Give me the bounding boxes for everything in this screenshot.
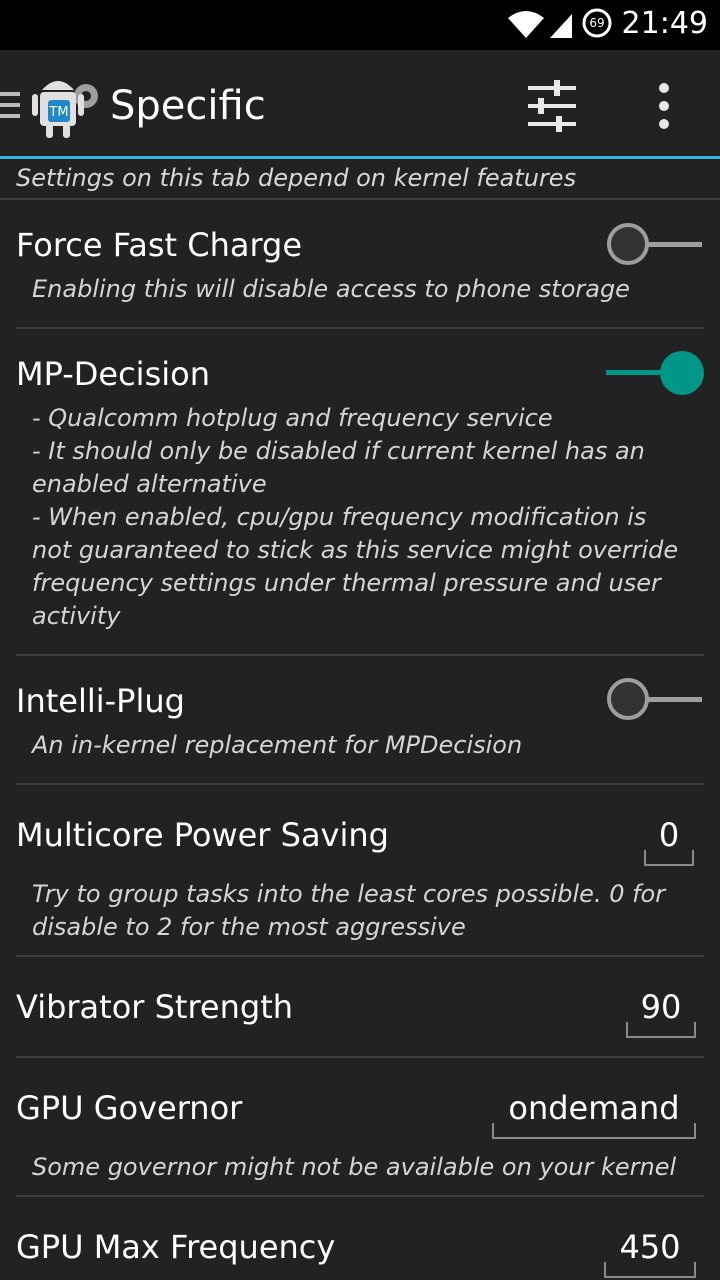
setting-title: Vibrator Strength <box>16 988 294 1026</box>
clock: 21:49 <box>621 6 708 41</box>
setting-description: - Qualcomm hotplug and frequency service… <box>32 404 679 630</box>
app-bar-accent-line <box>0 156 720 159</box>
drawer-menu-icon[interactable] <box>0 88 22 122</box>
wifi-icon <box>508 11 544 38</box>
divider <box>16 955 704 957</box>
gpu-max-frequency-value[interactable]: 450 <box>604 1228 696 1266</box>
divider <box>0 198 720 200</box>
app-bar <box>0 50 720 156</box>
setting-title: Force Fast Charge <box>16 226 303 264</box>
divider <box>16 1195 704 1197</box>
value-underline <box>492 1123 696 1139</box>
force-fast-charge-switch[interactable] <box>604 220 704 270</box>
svg-text:TM: TM <box>48 105 68 120</box>
value-underline <box>644 850 694 866</box>
setting-description: An in-kernel replacement for MPDecision <box>32 731 523 759</box>
tab-description: Settings on this tab depend on kernel fe… <box>16 164 577 192</box>
intelli-plug-switch[interactable] <box>604 675 704 725</box>
battery-level: 69 <box>589 16 605 30</box>
setting-description: Enabling this will disable access to pho… <box>32 275 630 303</box>
multicore-power-saving-value[interactable]: 0 <box>644 816 694 854</box>
setting-title: MP-Decision <box>16 355 210 393</box>
app-logo-icon[interactable]: TM <box>28 68 102 142</box>
cell-signal-icon <box>550 14 572 38</box>
setting-title: Intelli-Plug <box>16 682 185 720</box>
status-bar: 69 21:49 <box>0 0 720 50</box>
overflow-menu-icon[interactable] <box>650 80 678 132</box>
divider <box>16 783 704 785</box>
setting-title: GPU Governor <box>16 1089 243 1127</box>
value-underline <box>626 1022 696 1038</box>
divider <box>16 654 704 656</box>
mp-decision-switch[interactable] <box>604 348 704 398</box>
divider <box>16 1056 704 1058</box>
setting-description: Try to group tasks into the least cores … <box>32 880 666 941</box>
gpu-governor-value[interactable]: ondemand <box>492 1089 696 1127</box>
setting-title: Multicore Power Saving <box>16 816 389 854</box>
tune-settings-icon[interactable] <box>524 78 580 134</box>
setting-description: Some governor might not be available on … <box>32 1153 677 1181</box>
page-title: Specific <box>110 83 266 129</box>
value-underline <box>604 1262 696 1278</box>
setting-title: GPU Max Frequency <box>16 1228 336 1266</box>
vibrator-strength-value[interactable]: 90 <box>626 988 696 1026</box>
divider <box>16 327 704 329</box>
